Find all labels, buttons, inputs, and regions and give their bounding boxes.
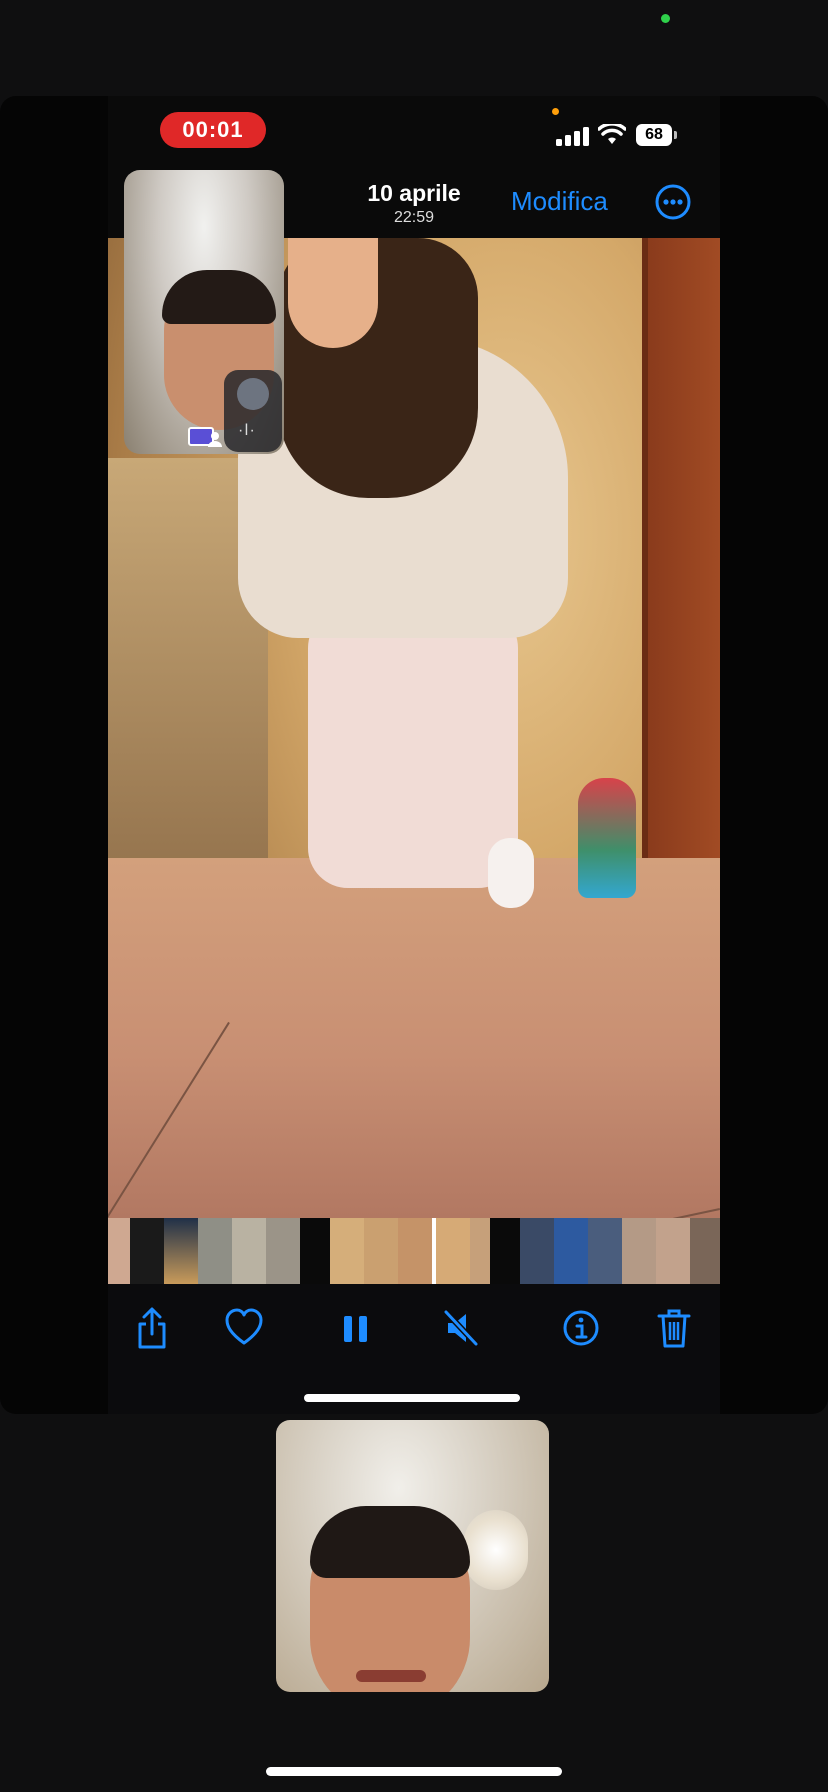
shareplay-screen-icon[interactable] — [188, 426, 222, 448]
thumbnail[interactable] — [622, 1218, 656, 1284]
thumbnail[interactable] — [436, 1218, 470, 1284]
photo-time: 22:59 — [393, 209, 435, 226]
home-indicator[interactable] — [266, 1767, 562, 1776]
thumbnail[interactable] — [520, 1218, 554, 1284]
pause-icon[interactable] — [336, 1306, 376, 1350]
pip-controls[interactable]: ·ǀ· — [224, 370, 282, 452]
thumbnail[interactable] — [164, 1218, 198, 1284]
info-icon[interactable] — [561, 1306, 601, 1350]
audio-wave-icon: ·ǀ· — [238, 422, 256, 439]
thumbnail[interactable] — [232, 1218, 266, 1284]
thumbnail[interactable] — [330, 1218, 364, 1284]
microphone-indicator — [552, 108, 559, 115]
thumbnail[interactable] — [398, 1218, 432, 1284]
thumbnail[interactable] — [470, 1218, 490, 1284]
thumbnail[interactable] — [364, 1218, 398, 1284]
self-mouth — [356, 1670, 426, 1682]
thumbnail[interactable] — [130, 1218, 164, 1284]
share-icon[interactable] — [132, 1306, 172, 1350]
edit-button[interactable]: Modifica — [511, 186, 608, 217]
facetime-self-view[interactable] — [276, 1420, 549, 1692]
photo-floor — [108, 858, 720, 1258]
battery-level: 68 — [645, 126, 663, 143]
thumbnail[interactable] — [690, 1218, 720, 1284]
facetime-remote-video[interactable]: ·ǀ· — [124, 170, 284, 454]
photo-doll — [578, 778, 636, 898]
thumbnail[interactable] — [554, 1218, 588, 1284]
self-hair — [310, 1506, 470, 1578]
heart-icon[interactable] — [224, 1306, 264, 1350]
cellular-signal-icon — [556, 126, 590, 146]
thumbnail-strip[interactable] — [108, 1218, 720, 1284]
photo-door — [642, 238, 720, 908]
remote-caller-hair — [162, 270, 276, 324]
more-options-icon[interactable] — [655, 184, 691, 220]
thumbnail[interactable] — [108, 1218, 130, 1284]
photo-subject-legs — [308, 608, 518, 888]
speaker-muted-icon[interactable] — [442, 1306, 482, 1350]
call-timer-pill[interactable]: 00:01 — [160, 112, 266, 148]
trash-icon[interactable] — [654, 1306, 694, 1350]
shared-screen-view: 00:01 68 10 aprile 22:59 Modifica ·ǀ· — [0, 96, 828, 1414]
shared-home-indicator — [304, 1394, 520, 1402]
battery-icon: 68 — [636, 124, 677, 146]
wifi-icon — [598, 124, 626, 144]
avatar — [237, 378, 269, 410]
photos-app-screen: 00:01 68 10 aprile 22:59 Modifica ·ǀ· — [108, 96, 720, 1414]
call-timer: 00:01 — [182, 117, 244, 142]
photo-date-header: 10 aprile 22:59 — [308, 180, 520, 227]
ceiling-chandelier — [464, 1510, 528, 1590]
thumbnail[interactable] — [266, 1218, 300, 1284]
thumbnail[interactable] — [588, 1218, 622, 1284]
photo-subject-sock — [488, 838, 534, 908]
thumbnail[interactable] — [656, 1218, 690, 1284]
camera-in-use-indicator — [661, 14, 670, 23]
photo-date: 10 aprile — [367, 180, 461, 206]
thumbnail[interactable] — [198, 1218, 232, 1284]
photo-subject-face — [288, 238, 378, 348]
